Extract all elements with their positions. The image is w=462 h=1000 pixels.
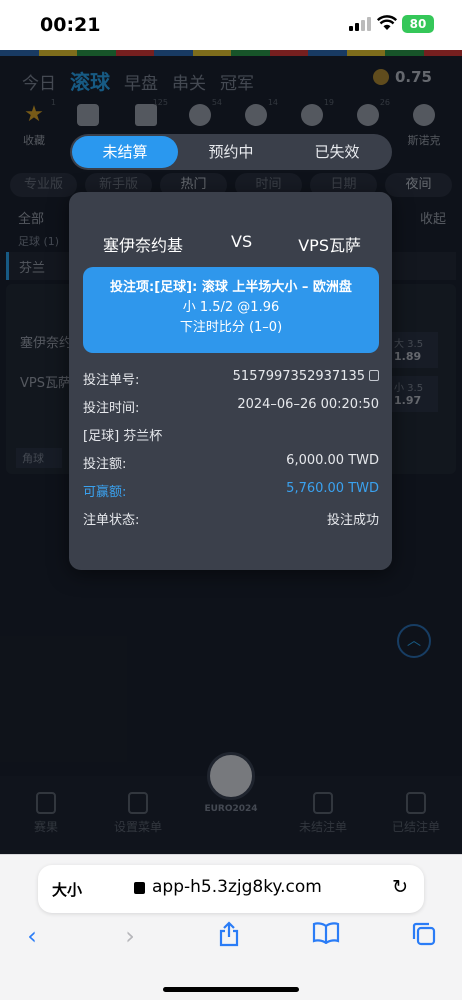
versus-label: VS (231, 232, 253, 251)
bet-selection-odds: 小 1.5/2 @1.96 (182, 300, 280, 315)
potential-win-row: 可赢额: 5,760.00 TWD (83, 481, 379, 500)
reload-icon[interactable]: ↻ (392, 876, 408, 898)
copy-icon[interactable] (369, 370, 379, 381)
tab-unsettled[interactable]: 未结算 (72, 136, 178, 168)
bookmarks-icon[interactable] (306, 921, 346, 951)
stake-row: 投注额: 6,000.00 TWD (83, 453, 379, 472)
cellular-signal-icon (349, 17, 373, 31)
bet-time-value: 2024–06–26 00:20:50 (237, 397, 379, 412)
tab-reserved[interactable]: 预约中 (178, 134, 284, 170)
potential-win-value: 5,760.00 TWD (286, 481, 379, 496)
bet-id-row: 投注单号: 5157997352937135 (83, 369, 379, 389)
bet-status-value: 投注成功 (326, 513, 379, 528)
wifi-icon (377, 15, 397, 30)
bet-selection-title: 投注项:[足球]: 滚球 上半场大小 – 欧洲盘 (110, 280, 352, 295)
bet-status-row: 注单状态: 投注成功 (83, 509, 379, 529)
browser-toolbar: 大小 app-h5.3zjg8ky.com ↻ ‹ › (0, 854, 462, 1000)
tabs-icon[interactable] (404, 921, 444, 951)
away-team-name: VPS瓦萨 (298, 236, 361, 255)
home-indicator (163, 987, 299, 992)
home-team-name: 塞伊奈约基 (103, 236, 184, 255)
battery-icon: 80 (402, 15, 434, 33)
status-bar: 00:21 80 (0, 0, 462, 50)
bet-time-row: 投注时间: 2024–06–26 00:20:50 (83, 397, 379, 416)
bet-score-at-placement: 下注时比分 (1–0) (179, 320, 283, 335)
text-size-button[interactable]: 大小 (52, 879, 82, 900)
address-bar[interactable]: 大小 app-h5.3zjg8ky.com ↻ (38, 865, 424, 913)
back-button[interactable]: ‹ (12, 921, 52, 951)
share-icon[interactable] (209, 921, 249, 951)
bet-selection-box: 投注项:[足球]: 滚球 上半场大小 – 欧洲盘 小 1.5/2 @1.96 下… (83, 267, 379, 353)
clock: 00:21 (40, 14, 101, 36)
bet-id-value: 5157997352937135 (232, 369, 365, 384)
bet-detail-card: 塞伊奈约基 VS VPS瓦萨 投注项:[足球]: 滚球 上半场大小 – 欧洲盘 … (69, 192, 392, 570)
lock-icon (134, 882, 145, 894)
league-row: [足球] 芬兰杯 (83, 429, 163, 444)
stake-value: 6,000.00 TWD (286, 453, 379, 468)
url-text[interactable]: app-h5.3zjg8ky.com (152, 877, 322, 897)
tab-expired[interactable]: 已失效 (284, 134, 390, 170)
forward-button[interactable]: › (110, 921, 150, 951)
match-teams: 塞伊奈约基 VS VPS瓦萨 (69, 232, 392, 256)
bet-status-tabs: 未结算 预约中 已失效 (70, 134, 392, 170)
